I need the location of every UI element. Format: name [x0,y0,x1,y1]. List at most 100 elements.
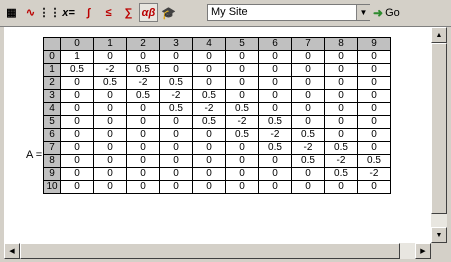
matrix-cell[interactable]: 0 [159,115,193,129]
greek-icon[interactable]: αβ [139,3,158,22]
matrix-cell[interactable]: 0.5 [324,167,358,181]
matrix-cell[interactable]: 0 [126,102,160,116]
matrix-cell[interactable]: 0.5 [192,89,226,103]
matrix-cell[interactable]: 0 [258,180,292,194]
matrix-cell[interactable]: 0 [324,89,358,103]
evaluate-icon[interactable]: x= [60,4,77,21]
matrix-cell[interactable]: 0 [357,180,391,194]
matrix-cell[interactable]: 0 [225,141,259,155]
matrix-cell[interactable]: 0 [60,76,94,90]
matrix-cell[interactable]: 0 [225,89,259,103]
matrix-cell[interactable]: 0.5 [225,128,259,142]
matrix-cell[interactable]: -2 [93,63,127,77]
matrix-cell[interactable]: 0 [93,141,127,155]
matrix-cell[interactable]: -2 [225,115,259,129]
matrix-cell[interactable]: 0 [357,128,391,142]
matrix-cell[interactable]: 0 [93,89,127,103]
matrix-cell[interactable]: 0 [192,76,226,90]
matrix-cell[interactable]: 0 [225,50,259,64]
horizontal-scrollbar[interactable]: ◀ ▶ [4,243,431,259]
vertical-scroll-thumb[interactable] [431,43,447,214]
matrix-cell[interactable]: 0 [225,180,259,194]
matrix-cell[interactable]: 0.5 [126,89,160,103]
matrix-cell[interactable]: 0 [60,102,94,116]
matrix-cell[interactable]: 0 [93,128,127,142]
worksheet-area[interactable]: A = 0123456789 0 1 0 0 0 0 0 0 0 0 0 1 0.5 -2 0.5 0 0 0 0 0… [4,27,431,243]
scroll-down-icon[interactable]: ▼ [431,227,447,243]
matrix-cell[interactable]: 0.5 [324,141,358,155]
matrix-cell[interactable]: 0.5 [258,141,292,155]
matrix-cell[interactable]: 0 [291,115,325,129]
horizontal-scroll-thumb[interactable] [20,243,400,259]
matrix-cell[interactable]: 0.5 [357,154,391,168]
matrix-cell[interactable]: 0 [159,154,193,168]
matrix-cell[interactable]: 0 [159,128,193,142]
matrix-cell[interactable]: 0 [60,167,94,181]
matrix-cell[interactable]: 0 [258,89,292,103]
matrix-cell[interactable]: 0 [159,50,193,64]
matrix-cell[interactable]: 0 [159,180,193,194]
matrix-cell[interactable]: 0 [93,167,127,181]
address-combobox[interactable]: My Site [207,4,370,21]
matrix-cell[interactable]: 0 [291,89,325,103]
matrix-cell[interactable]: 0 [192,167,226,181]
symbolic-icon[interactable]: 🎓 [160,4,177,21]
matrix-cell[interactable]: 0.5 [291,154,325,168]
matrix-cell[interactable]: 0 [192,180,226,194]
matrix-cell[interactable]: 0 [258,76,292,90]
vertical-scrollbar[interactable]: ▲ ▼ [431,27,447,243]
matrix-cell[interactable]: 0.5 [192,115,226,129]
matrix-cell[interactable]: 0 [60,180,94,194]
graph-icon[interactable]: ∿ [22,4,39,21]
matrix-cell[interactable]: 0 [60,154,94,168]
matrix-cell[interactable]: 0 [192,141,226,155]
matrix-cell[interactable]: 0 [93,102,127,116]
matrix-cell[interactable]: 0 [357,102,391,116]
matrix-cell[interactable]: 0 [93,115,127,129]
matrix-cell[interactable]: 0 [192,63,226,77]
matrix-cell[interactable]: 0.5 [93,76,127,90]
matrix-cell[interactable]: 0.5 [60,63,94,77]
matrix-cell[interactable]: 0 [258,102,292,116]
matrix-cell[interactable]: -2 [126,76,160,90]
matrix-cell[interactable]: 0 [225,76,259,90]
matrix-cell[interactable]: -2 [324,154,358,168]
matrix-cell[interactable]: 0 [324,63,358,77]
matrix-cell[interactable]: 0 [126,167,160,181]
matrix-cell[interactable]: 0 [126,128,160,142]
matrix-cell[interactable]: 0 [324,50,358,64]
matrix-cell[interactable]: 0 [324,180,358,194]
matrix-cell[interactable]: 0 [93,50,127,64]
matrix-cell[interactable]: 0 [60,89,94,103]
matrix-cell[interactable]: 0 [291,102,325,116]
matrix-cell[interactable]: 0 [291,50,325,64]
matrix-cell[interactable]: 0 [357,50,391,64]
matrix-cell[interactable]: -2 [291,141,325,155]
matrix-cell[interactable]: 0 [159,167,193,181]
scroll-left-icon[interactable]: ◀ [4,243,20,259]
matrix-cell[interactable]: 0 [324,102,358,116]
chevron-down-icon[interactable]: ▼ [356,5,370,20]
matrix-cell[interactable]: 0 [93,154,127,168]
matrix-icon[interactable]: ⋮⋮ [39,4,61,21]
matrix-cell[interactable]: 0 [126,141,160,155]
matrix-cell[interactable]: 0 [357,63,391,77]
matrix-cell[interactable]: 1 [60,50,94,64]
matrix-cell[interactable]: 0 [291,167,325,181]
matrix-cell[interactable]: 0 [357,89,391,103]
matrix-cell[interactable]: -2 [357,167,391,181]
matrix-cell[interactable]: 0 [225,154,259,168]
matrix-cell[interactable]: -2 [258,128,292,142]
matrix-cell[interactable]: -2 [159,89,193,103]
matrix-cell[interactable]: 0 [60,128,94,142]
matrix-cell[interactable]: 0 [291,76,325,90]
matrix-cell[interactable]: 0 [258,154,292,168]
calculator-icon[interactable]: ▦ [3,4,20,21]
scroll-right-icon[interactable]: ▶ [415,243,431,259]
matrix-cell[interactable]: 0 [60,115,94,129]
matrix-cell[interactable]: 0 [324,115,358,129]
matrix-cell[interactable]: -2 [192,102,226,116]
matrix-cell[interactable]: 0 [60,141,94,155]
matrix-cell[interactable]: 0 [357,76,391,90]
matrix-cell[interactable]: 0.5 [126,63,160,77]
